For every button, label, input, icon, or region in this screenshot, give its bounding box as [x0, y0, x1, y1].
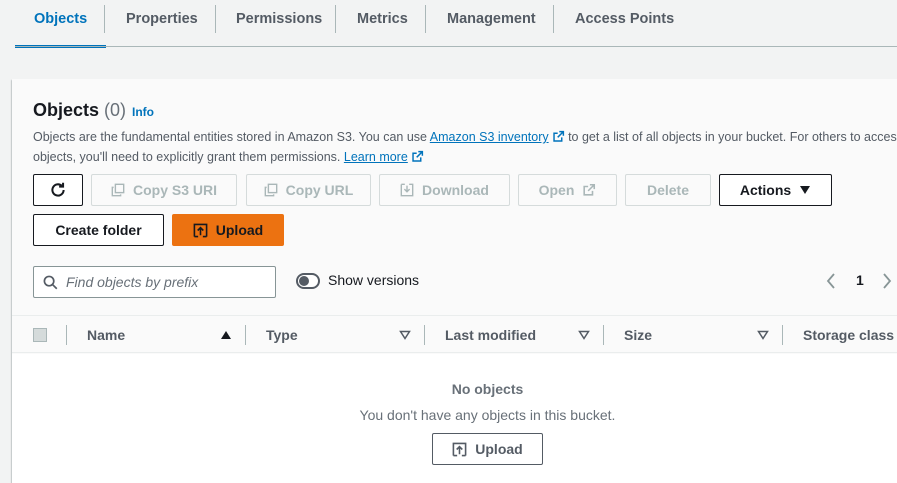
panel-description: Objects are the fundamental entities sto…: [33, 127, 897, 167]
sort-icon[interactable]: [757, 330, 769, 340]
empty-state-message: You don't have any objects in this bucke…: [359, 407, 616, 423]
caret-down-icon: [800, 186, 811, 194]
tab-properties[interactable]: Properties: [126, 0, 198, 48]
upload-icon: [193, 223, 208, 237]
search-field[interactable]: [33, 266, 276, 298]
column-divider: [66, 325, 67, 345]
download-icon: [400, 183, 414, 197]
actions-dropdown[interactable]: Actions: [719, 174, 832, 206]
tab-separator: [104, 5, 105, 33]
show-versions-label: Show versions: [328, 272, 420, 288]
column-header-type[interactable]: Type: [266, 327, 298, 343]
empty-state-title: No objects: [451, 381, 524, 397]
s3-inventory-link[interactable]: Amazon S3 inventory: [430, 130, 565, 144]
actions-label: Actions: [739, 182, 792, 198]
copy-icon: [111, 183, 125, 197]
tab-bar: Objects Properties Permissions Metrics M…: [0, 0, 897, 48]
info-link[interactable]: Info: [132, 105, 154, 119]
objects-panel: Objects (0) Info Objects are the fundame…: [12, 79, 897, 483]
description-text: to get a list of all objects in your buc…: [564, 130, 897, 144]
refresh-button[interactable]: [33, 174, 83, 206]
learn-more-link-label: Learn more: [343, 150, 408, 164]
tab-separator: [553, 5, 554, 33]
create-folder-label: Create folder: [55, 222, 142, 238]
search-input[interactable]: [66, 274, 246, 290]
tab-objects[interactable]: Objects: [14, 0, 107, 48]
delete-label: Delete: [646, 182, 690, 198]
open-button[interactable]: Open: [518, 174, 617, 206]
learn-more-link[interactable]: Learn more: [344, 150, 424, 164]
create-folder-button[interactable]: Create folder: [33, 214, 164, 246]
empty-state-upload-button[interactable]: Upload: [432, 433, 543, 465]
current-page[interactable]: 1: [856, 272, 864, 288]
copy-url-label: Copy URL: [285, 182, 354, 198]
open-label: Open: [538, 182, 575, 198]
table-header: Name Type Last modified Size Storage cla…: [12, 315, 897, 353]
toggle-knob: [299, 276, 309, 286]
panel-title-text: Objects: [33, 100, 100, 120]
sort-icon[interactable]: [399, 330, 411, 340]
column-header-last-modified[interactable]: Last modified: [445, 327, 536, 343]
description-text: Objects are the fundamental entities sto…: [33, 130, 430, 144]
previous-page-icon[interactable]: [826, 273, 836, 289]
tab-access-points[interactable]: Access Points: [575, 0, 674, 48]
tab-bar-divider: [15, 46, 897, 47]
select-all-checkbox[interactable]: [33, 328, 47, 342]
download-label: Download: [422, 182, 489, 198]
description-text: objects, you'll need to explicitly grant…: [33, 150, 344, 164]
object-count: (0): [104, 100, 127, 120]
search-icon: [43, 275, 58, 289]
copy-s3-uri-button[interactable]: Copy S3 URI: [91, 174, 237, 206]
panel-title: Objects (0): [33, 100, 126, 121]
refresh-icon: [51, 182, 65, 197]
tab-separator: [335, 5, 336, 33]
tab-permissions[interactable]: Permissions: [236, 0, 322, 48]
table-body: No objects You don't have any objects in…: [12, 354, 897, 483]
show-versions-toggle[interactable]: [296, 273, 320, 289]
tab-metrics[interactable]: Metrics: [357, 0, 408, 48]
copy-s3-uri-label: Copy S3 URI: [132, 182, 217, 198]
sort-ascending-icon[interactable]: [220, 330, 232, 340]
column-header-size[interactable]: Size: [624, 327, 652, 343]
external-link-icon: [412, 150, 423, 162]
upload-label: Upload: [215, 222, 264, 238]
column-divider[interactable]: [424, 325, 425, 345]
column-divider[interactable]: [782, 325, 783, 345]
empty-state-upload-label: Upload: [475, 441, 523, 457]
s3-bucket-page: Objects Properties Permissions Metrics M…: [0, 0, 897, 483]
column-header-storage-class[interactable]: Storage class: [803, 327, 894, 343]
download-button[interactable]: Download: [379, 174, 510, 206]
column-divider[interactable]: [245, 325, 246, 345]
external-link-icon: [583, 183, 596, 196]
delete-button[interactable]: Delete: [625, 174, 711, 206]
tab-separator: [425, 5, 426, 33]
column-divider[interactable]: [603, 325, 604, 345]
tab-separator: [215, 5, 216, 33]
s3-inventory-link-label: Amazon S3 inventory: [429, 130, 549, 144]
upload-icon: [452, 442, 467, 456]
column-header-name[interactable]: Name: [87, 327, 125, 343]
sort-icon[interactable]: [578, 330, 590, 340]
upload-button[interactable]: Upload: [172, 214, 284, 246]
external-link-icon: [552, 130, 564, 142]
tab-management[interactable]: Management: [447, 0, 536, 48]
next-page-icon[interactable]: [882, 273, 892, 289]
copy-url-button[interactable]: Copy URL: [246, 174, 371, 206]
copy-icon: [264, 183, 278, 197]
